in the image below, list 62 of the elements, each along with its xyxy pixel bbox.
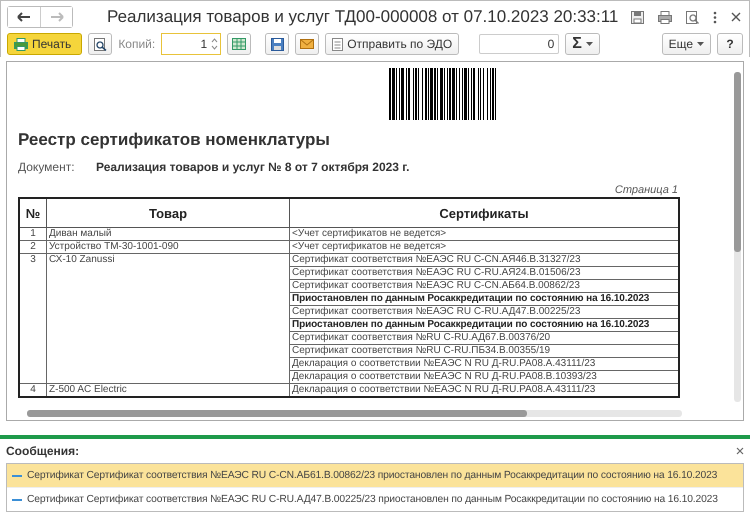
more-icon[interactable] <box>713 10 717 24</box>
document-icon <box>332 38 344 50</box>
preview-icon[interactable] <box>686 10 699 24</box>
row-number-cell: 3 <box>19 254 46 384</box>
message-item[interactable]: Сертификат Сертификат соответствия №ЕАЭС RU C-CN.АБ61.В.00862/23 приостановлен по данным Росаккредитации по состоянию на 16.10.2023 <box>7 464 743 487</box>
certificate-cell: <Учет сертификатов не ведется> <box>290 228 679 240</box>
certificate-cell: Декларация о соответствии №ЕАЭС N RU Д-RU.РА08.В.10393/23 <box>290 370 679 384</box>
certificate-cell: Сертификат соответствия №ЕАЭС RU C-CN.АБ64.В.00862/23 <box>290 280 679 292</box>
caret-icon <box>697 42 704 46</box>
copies-field[interactable]: 1 <box>161 33 222 55</box>
product-cell: Диван малый <box>46 228 290 240</box>
dash-icon <box>12 498 22 500</box>
certificate-cell: <Учет сертификатов не ведется> <box>290 240 679 254</box>
row-number-cell: 2 <box>19 240 46 254</box>
horizontal-scrollbar[interactable] <box>27 410 682 417</box>
spinner-icon <box>211 37 218 51</box>
product-cell: СХ-10 Zanussi <box>46 254 290 384</box>
caret-icon <box>586 42 593 46</box>
save-button[interactable] <box>265 33 290 55</box>
sum-field: 0 <box>479 34 560 54</box>
window-title: Реализация товаров и услуг ТД00-000008 от 07.10.2023 20:33:11 <box>107 7 620 27</box>
copies-label: Копий: <box>118 37 156 51</box>
document-value: Реализация товаров и услуг № 8 от 7 октября 2023 г. <box>96 160 410 174</box>
certificate-cell: Сертификат соответствия №ЕАЭС RU C-CN.АЯ46.В.31327/23 <box>290 254 679 266</box>
suspension-note-cell: Приостановлен по данным Росаккредитации по состоянию на 16.10.2023 <box>290 318 679 332</box>
envelope-icon <box>300 39 314 49</box>
product-cell: Устройство ТМ-30-1001-090 <box>46 240 290 254</box>
suspension-note-cell: Приостановлен по данным Росаккредитации по состоянию на 16.10.2023 <box>290 292 679 306</box>
printer-icon <box>14 38 28 50</box>
certificate-cell: Декларация о соответствии №ЕАЭС N RU Д-RU.РА08.А.43111/23 <box>290 358 679 370</box>
close-icon[interactable] <box>731 12 741 22</box>
printer-icon[interactable] <box>658 10 672 24</box>
column-header: Товар <box>46 198 290 228</box>
column-header: № <box>19 198 46 228</box>
row-number-cell: 1 <box>19 228 46 240</box>
certificate-cell: Сертификат соответствия №RU C-RU.ПБ34.В.00355/19 <box>290 344 679 358</box>
messages-title: Сообщения: <box>6 444 80 458</box>
page-number: Страница 1 <box>614 184 678 196</box>
email-button[interactable] <box>295 33 320 55</box>
vertical-scrollbar[interactable] <box>734 72 741 402</box>
floppy-icon <box>270 38 284 50</box>
message-item[interactable]: Сертификат Сертификат соответствия №ЕАЭС RU C-RU.АД47.В.00225/23 приостановлен по данным Росаккредитации по состоянию на 16.10.2023 <box>7 487 743 511</box>
forward-arrow-icon <box>50 12 64 22</box>
certificate-cell: Сертификат соответствия №ЕАЭС RU C-RU.АД47.В.00225/23 <box>290 306 679 318</box>
report-title: Реестр сертификатов номенклатуры <box>18 130 331 150</box>
back-arrow-icon <box>17 12 31 22</box>
certificate-cell: Сертификат соответствия №ЕАЭС RU C-RU.АЯ24.В.01506/23 <box>290 266 679 280</box>
certificate-cell: Сертификат соответствия №RU C-RU.АД67.В.00376/20 <box>290 332 679 344</box>
more-button[interactable]: Еще <box>662 33 711 55</box>
print-button[interactable]: Печать <box>7 33 82 55</box>
document-label: Документ: <box>18 160 76 174</box>
send-edo-button[interactable]: Отправить по ЭДО <box>325 33 460 55</box>
product-cell: Z-500 AC Electric <box>46 384 290 397</box>
sum-button[interactable]: Σ <box>565 33 600 55</box>
close-icon[interactable] <box>736 447 744 455</box>
grid-icon <box>232 38 246 50</box>
magnifier-icon <box>94 38 107 50</box>
save-icon[interactable] <box>631 10 644 24</box>
preview-button[interactable] <box>88 33 112 55</box>
dash-icon <box>12 474 22 476</box>
help-button[interactable]: ? <box>717 33 743 55</box>
table-settings-button[interactable] <box>227 33 252 55</box>
